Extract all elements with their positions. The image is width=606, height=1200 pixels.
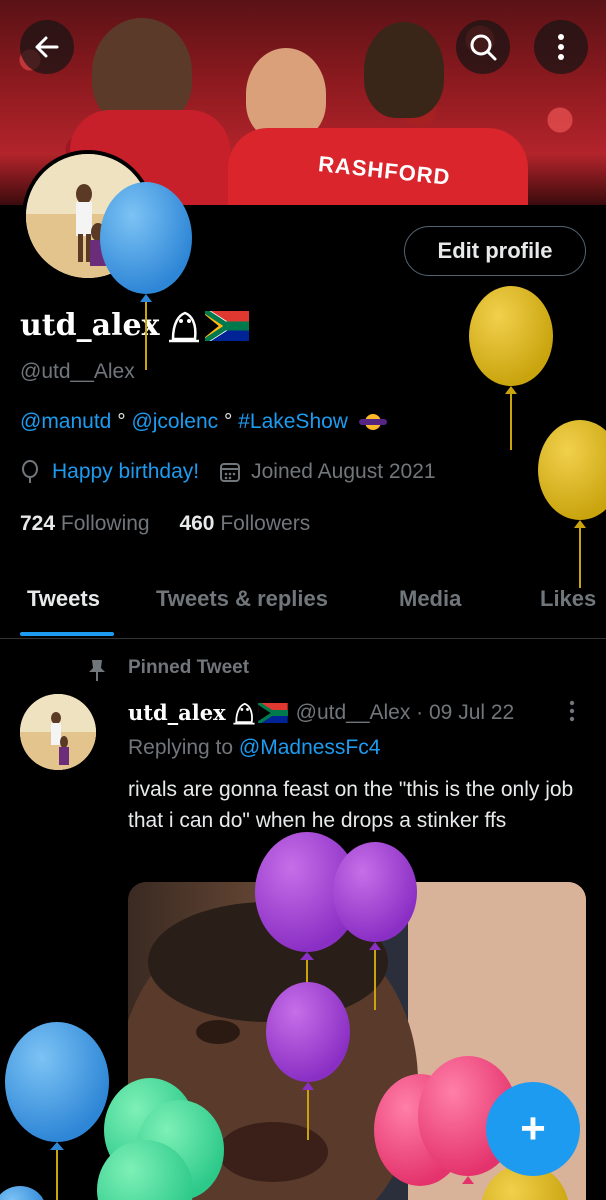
calendar-icon — [220, 463, 241, 482]
back-button[interactable] — [20, 20, 74, 74]
tweet-avatar[interactable] — [20, 694, 96, 770]
active-tab-indicator — [20, 632, 114, 636]
following-link[interactable]: 724 Following — [20, 512, 150, 535]
profile-name: utd_alex — [20, 308, 250, 343]
bio-mention-jcolenc[interactable]: @jcolenc — [131, 410, 218, 433]
tweet-avatar-image — [20, 694, 96, 770]
tweet-more-icon[interactable] — [568, 700, 576, 722]
balloon-gold-1 — [469, 286, 553, 450]
tweet-header: utd_alex @utd__Alex · 09 Jul 22 — [128, 700, 514, 725]
avatar-image — [26, 154, 150, 278]
followers-link[interactable]: 460 Followers — [179, 512, 310, 535]
owl-icon — [169, 311, 200, 342]
profile-counts: 724 Following 460 Followers — [20, 512, 310, 536]
lakers-logo-icon — [358, 414, 387, 431]
bio-separator: ° — [111, 410, 132, 433]
balloon-blue-3 — [0, 1186, 44, 1200]
more-vertical-icon — [558, 34, 564, 60]
replying-prefix: Replying to — [128, 736, 239, 759]
plus-icon: + — [520, 1104, 546, 1153]
player-3-head — [364, 22, 444, 118]
south-africa-flag-icon — [205, 310, 250, 341]
joined-text: Joined August 2021 — [251, 460, 436, 483]
player-2-head — [246, 48, 326, 140]
player-3-body: RASHFORD — [228, 128, 528, 205]
followers-label: Followers — [220, 512, 311, 535]
bio-hashtag-lakeshow[interactable]: #LakeShow — [238, 410, 348, 433]
pinned-tweet-label: Pinned Tweet — [128, 657, 250, 678]
search-button[interactable] — [456, 20, 510, 74]
tab-tweets[interactable]: Tweets — [27, 586, 100, 612]
bio-mention-manutd[interactable]: @manutd — [20, 410, 111, 433]
following-label: Following — [60, 512, 150, 535]
profile-bio: @manutd ° @jcolenc ° #LakeShow — [20, 410, 388, 434]
compose-tweet-button[interactable]: + — [486, 1082, 580, 1176]
tab-likes[interactable]: Likes — [540, 586, 596, 612]
balloon-blue-2 — [5, 1022, 109, 1200]
profile-handle: @utd__Alex — [20, 360, 135, 383]
edit-profile-button[interactable]: Edit profile — [404, 226, 586, 276]
replying-to-handle[interactable]: @MadnessFc4 — [239, 736, 381, 759]
tweet-handle-date: @utd__Alex · 09 Jul 22 — [295, 700, 515, 724]
birthday-text: Happy birthday! — [52, 460, 200, 483]
tweet-author-name[interactable]: utd_alex — [128, 700, 226, 725]
profile-avatar[interactable] — [22, 150, 154, 282]
replying-to: Replying to @MadnessFc4 — [128, 736, 380, 760]
owl-icon — [233, 702, 255, 724]
tab-tweets-replies[interactable]: Tweets & replies — [156, 586, 328, 612]
more-button[interactable] — [534, 20, 588, 74]
south-africa-flag-icon — [257, 702, 288, 723]
following-count: 724 — [20, 512, 56, 535]
search-icon — [470, 34, 497, 61]
tweet-text: rivals are gonna feast on the "this is t… — [128, 778, 574, 832]
bio-separator-2: ° — [218, 410, 239, 433]
jersey-name: RASHFORD — [317, 151, 452, 190]
tab-media[interactable]: Media — [399, 586, 461, 612]
balloon-gold-2 — [538, 420, 606, 588]
profile-tabs: Tweets Tweets & replies Media Likes — [0, 578, 606, 639]
followers-count: 460 — [179, 512, 215, 535]
balloon-icon — [22, 460, 38, 483]
arrow-left-icon — [35, 36, 59, 58]
profile-meta: Happy birthday! Joined August 2021 — [20, 460, 436, 484]
pin-icon — [89, 660, 105, 681]
profile-name-text: utd_alex — [20, 308, 160, 343]
